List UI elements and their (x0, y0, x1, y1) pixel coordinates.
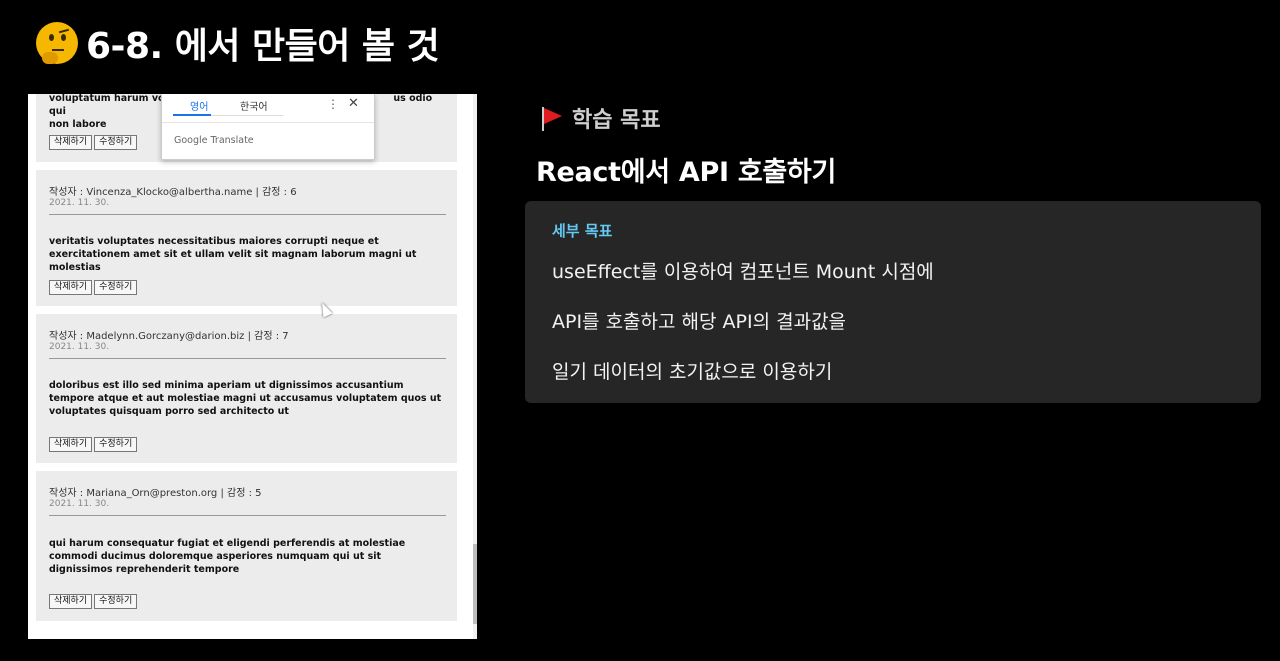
edit-button[interactable]: 수정하기 (94, 280, 138, 295)
diary-content: qui harum consequatur fugiat et eligendi… (49, 538, 406, 575)
detail-goal-line: 일기 데이터의 초기값으로 이용하기 (552, 361, 833, 383)
divider (49, 515, 446, 516)
detail-goals-title: 세부 목표 (552, 222, 613, 240)
slide-heading: 6-8. 에서 만들어 볼 것 (86, 26, 440, 67)
delete-button[interactable]: 삭제하기 (49, 437, 93, 452)
close-icon[interactable]: ✕ (348, 96, 359, 111)
divider (49, 358, 446, 359)
goal-heading: 학습 목표 (540, 102, 661, 134)
detail-goals-panel: 세부 목표 useEffect를 이용하여 컴포넌트 Mount 시점에 API… (525, 201, 1261, 403)
edit-button[interactable]: 수정하기 (94, 437, 138, 452)
red-flag-icon (540, 105, 562, 131)
diary-item: 작성자 : Vincenza_Klocko@albertha.name | 감정… (36, 170, 457, 306)
scrollbar[interactable] (473, 94, 477, 639)
diary-item: 작성자 : Mariana_Orn@preston.org | 감정 : 5 2… (36, 471, 457, 621)
diary-date: 2021. 11. 30. (49, 499, 110, 509)
scrollbar-thumb[interactable] (473, 544, 477, 624)
delete-button[interactable]: 삭제하기 (49, 594, 93, 609)
active-tab-indicator (173, 114, 211, 116)
tab-english[interactable]: 영어 (190, 98, 208, 113)
diary-date: 2021. 11. 30. (49, 198, 110, 208)
slide-title: 6-8. 에서 만들어 볼 것 (36, 16, 440, 70)
main-goal: React에서 API 호출하기 (536, 157, 837, 188)
thinking-face-icon (36, 22, 78, 64)
edit-button[interactable]: 수정하기 (94, 135, 138, 150)
more-options-icon[interactable]: ⋮ (327, 97, 339, 111)
goal-heading-label: 학습 목표 (572, 108, 661, 133)
delete-button[interactable]: 삭제하기 (49, 280, 93, 295)
edit-button[interactable]: 수정하기 (94, 594, 138, 609)
detail-goal-line: API를 호출하고 해당 API의 결과값을 (552, 311, 847, 333)
google-translate-logo: Google Translate (174, 135, 254, 146)
diary-app-screenshot: voluptatum harum volup us odio qui non la… (28, 94, 477, 639)
diary-content: doloribus est illo sed minima aperiam ut… (49, 380, 442, 417)
diary-item: 작성자 : Madelynn.Gorczany@darion.biz | 감정 … (36, 314, 457, 463)
detail-goal-line: useEffect를 이용하여 컴포넌트 Mount 시점에 (552, 261, 934, 283)
delete-button[interactable]: 삭제하기 (49, 135, 93, 150)
google-translate-popup: 영어 한국어 ⋮ ✕ Google Translate (161, 94, 375, 160)
diary-date: 2021. 11. 30. (49, 342, 110, 352)
diary-content: veritatis voluptates necessitatibus maio… (49, 236, 417, 273)
divider (49, 214, 446, 215)
diary-author-emotion: 작성자 : Vincenza_Klocko@albertha.name | 감정… (49, 187, 297, 198)
diary-author-emotion: 작성자 : Madelynn.Gorczany@darion.biz | 감정 … (49, 331, 289, 342)
diary-author-emotion: 작성자 : Mariana_Orn@preston.org | 감정 : 5 (49, 488, 262, 499)
tab-korean[interactable]: 한국어 (240, 98, 268, 113)
